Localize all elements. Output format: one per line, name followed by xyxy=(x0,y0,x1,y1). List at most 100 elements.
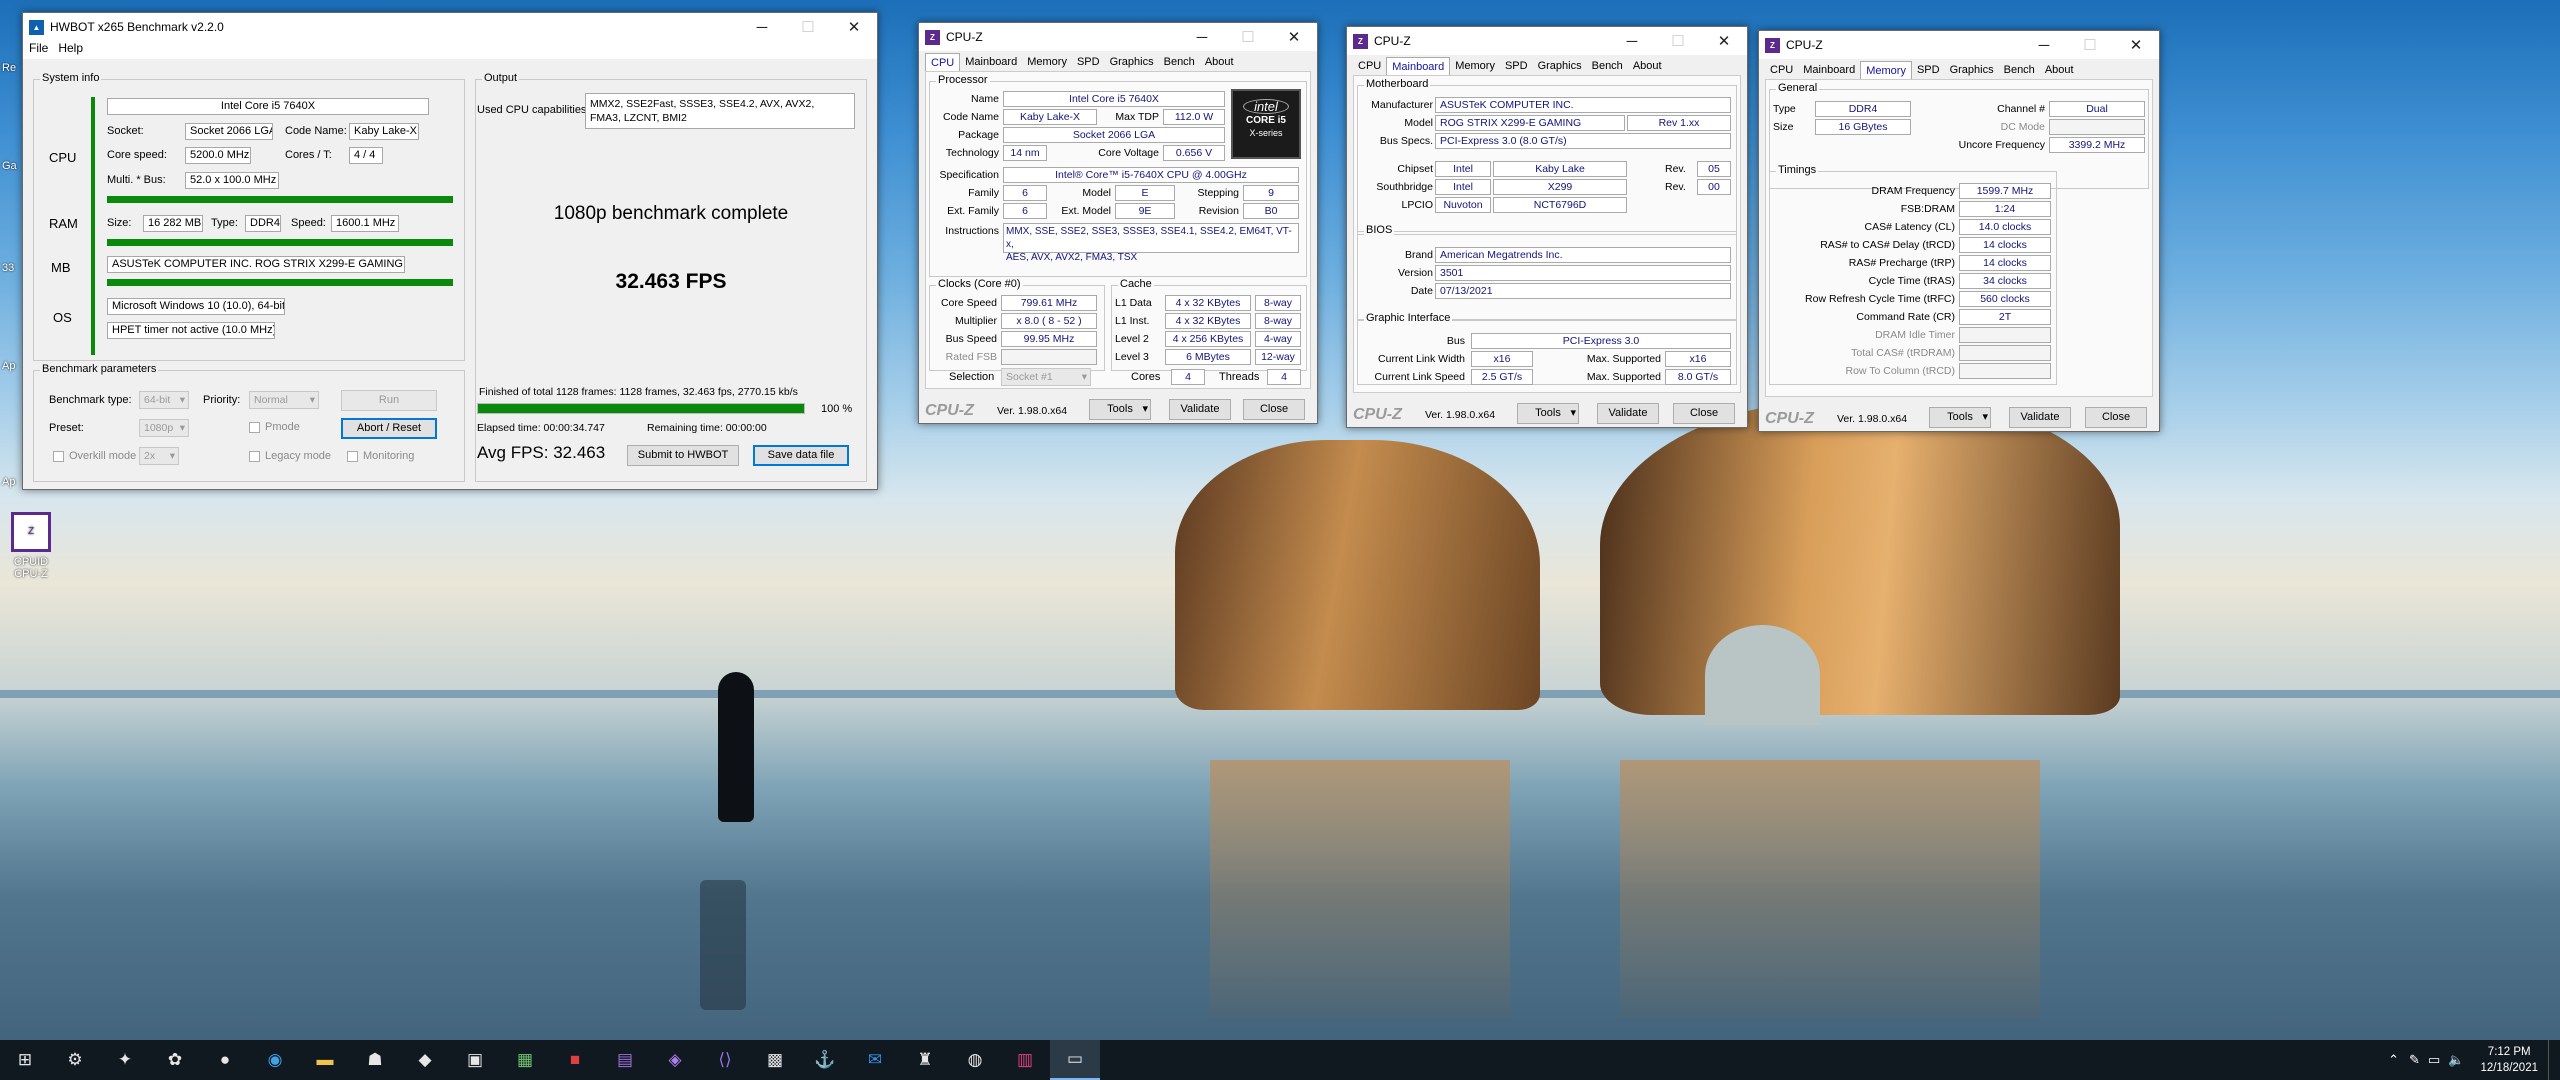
validate-button[interactable]: Validate xyxy=(2009,407,2071,428)
taskbar-app[interactable]: ♜ xyxy=(900,1040,950,1080)
close-button[interactable]: ✕ xyxy=(1701,27,1747,55)
network-icon[interactable]: ▭ xyxy=(2428,1052,2440,1068)
save-data-button[interactable]: Save data file xyxy=(753,445,849,466)
taskbar-app[interactable]: ■ xyxy=(550,1040,600,1080)
maximize-button[interactable]: ☐ xyxy=(1225,23,1271,51)
desktop-edge-label[interactable]: Ga xyxy=(2,160,17,172)
max-speed-value: 8.0 GT/s xyxy=(1665,369,1731,385)
tab-bench[interactable]: Bench xyxy=(1587,57,1628,75)
tab-memory[interactable]: Memory xyxy=(1860,61,1912,79)
tools-button[interactable]: Tools ▾ xyxy=(1929,407,1991,428)
title-bar[interactable]: Z CPU-Z ─ ☐ ✕ xyxy=(919,23,1317,51)
tools-button[interactable]: Tools ▾ xyxy=(1089,399,1151,420)
title-bar[interactable]: Z CPU-Z ─ ☐ ✕ xyxy=(1347,27,1747,55)
validate-button[interactable]: Validate xyxy=(1169,399,1231,420)
taskbar-app[interactable]: ◆ xyxy=(400,1040,450,1080)
taskbar-app[interactable]: ● xyxy=(200,1040,250,1080)
tab-about[interactable]: About xyxy=(2040,61,2079,79)
desktop-edge-label[interactable]: Re xyxy=(2,62,16,74)
start-button[interactable]: ⊞ xyxy=(0,1040,50,1080)
tab-mainboard[interactable]: Mainboard xyxy=(960,53,1022,71)
link-width-label: Current Link Width xyxy=(1378,353,1465,365)
menu-help[interactable]: Help xyxy=(58,41,83,59)
taskbar-outlook[interactable]: ✉ xyxy=(850,1040,900,1080)
tab-memory[interactable]: Memory xyxy=(1022,53,1072,71)
tab-cpu[interactable]: CPU xyxy=(1765,61,1798,79)
desktop-edge-label[interactable]: Ap xyxy=(2,476,15,488)
overkill-select[interactable]: 2x ▾ xyxy=(139,447,179,465)
run-button[interactable]: Run xyxy=(341,390,437,411)
taskbar-app[interactable]: ◍ xyxy=(950,1040,1000,1080)
maximize-button[interactable]: ☐ xyxy=(785,13,831,41)
close-cpuz-button[interactable]: Close xyxy=(1673,403,1735,424)
taskbar-edge[interactable]: ◉ xyxy=(250,1040,300,1080)
tab-cpu[interactable]: CPU xyxy=(1353,57,1386,75)
minimize-button[interactable]: ─ xyxy=(1609,27,1655,55)
maximize-button[interactable]: ☐ xyxy=(2067,31,2113,59)
tab-spd[interactable]: SPD xyxy=(1912,61,1945,79)
name-value: Intel Core i5 7640X xyxy=(1003,91,1225,107)
tab-bench[interactable]: Bench xyxy=(1159,53,1200,71)
taskbar-settings[interactable]: ⚙ xyxy=(50,1040,100,1080)
tab-memory[interactable]: Memory xyxy=(1450,57,1500,75)
monitoring-checkbox[interactable] xyxy=(347,451,358,462)
tab-cpu[interactable]: CPU xyxy=(925,53,961,71)
monitor-icon: ▣ xyxy=(466,1050,484,1069)
taskbar-app[interactable]: ☗ xyxy=(350,1040,400,1080)
legacy-checkbox[interactable] xyxy=(249,451,260,462)
close-button[interactable]: ✕ xyxy=(1271,23,1317,51)
tab-graphics[interactable]: Graphics xyxy=(1105,53,1159,71)
tab-spd[interactable]: SPD xyxy=(1072,53,1105,71)
selection-select[interactable]: Socket #1 ▾ xyxy=(1001,368,1091,386)
tab-mainboard[interactable]: Mainboard xyxy=(1798,61,1860,79)
taskbar-app[interactable]: ▥ xyxy=(1000,1040,1050,1080)
pen-icon[interactable]: ✎ xyxy=(2409,1052,2420,1068)
bench-type-select[interactable]: 64-bit ▾ xyxy=(139,391,189,409)
submit-hwbot-button[interactable]: Submit to HWBOT xyxy=(627,445,739,466)
overkill-checkbox[interactable] xyxy=(53,451,64,462)
tab-about[interactable]: About xyxy=(1200,53,1239,71)
taskbar-explorer[interactable]: ▬ xyxy=(300,1040,350,1080)
preset-select[interactable]: 1080p ▾ xyxy=(139,419,189,437)
chevron-up-icon[interactable]: ⌃ xyxy=(2388,1052,2399,1068)
minimize-button[interactable]: ─ xyxy=(739,13,785,41)
taskbar-app[interactable]: ⚓ xyxy=(800,1040,850,1080)
tab-mainboard[interactable]: Mainboard xyxy=(1386,57,1451,75)
close-button[interactable]: ✕ xyxy=(831,13,877,41)
title-bar[interactable]: Z CPU-Z ─ ☐ ✕ xyxy=(1759,31,2159,59)
priority-select[interactable]: Normal ▾ xyxy=(249,391,319,409)
taskbar-app[interactable]: ◈ xyxy=(650,1040,700,1080)
tools-button[interactable]: Tools ▾ xyxy=(1517,403,1579,424)
close-cpuz-button[interactable]: Close xyxy=(1243,399,1305,420)
validate-button[interactable]: Validate xyxy=(1597,403,1659,424)
tab-graphics[interactable]: Graphics xyxy=(1533,57,1587,75)
clock[interactable]: 7:12 PM 12/18/2021 xyxy=(2480,1044,2538,1076)
close-cpuz-button[interactable]: Close xyxy=(2085,407,2147,428)
maximize-button[interactable]: ☐ xyxy=(1655,27,1701,55)
minimize-button[interactable]: ─ xyxy=(2021,31,2067,59)
taskbar-cpuz[interactable]: ▤ xyxy=(600,1040,650,1080)
close-button[interactable]: ✕ xyxy=(2113,31,2159,59)
menu-file[interactable]: File xyxy=(29,41,48,59)
taskbar-app[interactable]: ▩ xyxy=(750,1040,800,1080)
tab-bench[interactable]: Bench xyxy=(1999,61,2040,79)
taskbar-visual-studio[interactable]: ⟨⟩ xyxy=(700,1040,750,1080)
pmode-checkbox[interactable] xyxy=(249,422,260,433)
desktop-icon-cpuz[interactable]: Z CPUID CPU-Z xyxy=(6,512,56,580)
taskbar-app[interactable]: ▦ xyxy=(500,1040,550,1080)
tab-about[interactable]: About xyxy=(1628,57,1667,75)
taskbar-hwbot[interactable]: ▭ xyxy=(1050,1040,1100,1080)
abort-reset-button[interactable]: Abort / Reset xyxy=(341,418,437,439)
tab-spd[interactable]: SPD xyxy=(1500,57,1533,75)
desktop-edge-label[interactable]: 33 xyxy=(2,262,14,274)
taskbar-app[interactable]: ✦ xyxy=(100,1040,150,1080)
show-desktop-button[interactable] xyxy=(2548,1040,2552,1080)
volume-icon[interactable]: 🔈 xyxy=(2448,1052,2464,1068)
taskbar-app[interactable]: ✿ xyxy=(150,1040,200,1080)
tab-graphics[interactable]: Graphics xyxy=(1945,61,1999,79)
title-bar[interactable]: ▲ HWBOT x265 Benchmark v2.2.0 ─ ☐ ✕ xyxy=(23,13,877,41)
overkill-label: Overkill mode xyxy=(69,450,137,462)
desktop-edge-label[interactable]: Ap xyxy=(2,360,15,372)
taskbar-app[interactable]: ▣ xyxy=(450,1040,500,1080)
minimize-button[interactable]: ─ xyxy=(1179,23,1225,51)
